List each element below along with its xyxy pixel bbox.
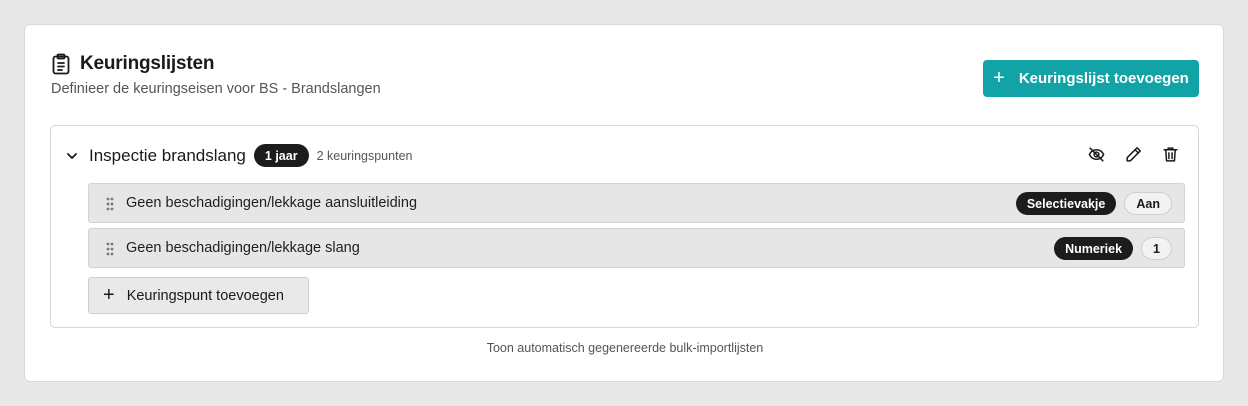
checkpoint-count: 2 keuringspunten <box>316 148 413 163</box>
checkpoint-meta: Selectievakje Aan <box>1015 192 1172 215</box>
checkpoint-value-badge: Aan <box>1124 192 1172 215</box>
card-header: Keuringslijsten <box>51 53 214 75</box>
clipboard-icon <box>51 53 71 75</box>
checkpoint-row[interactable]: Geen beschadigingen/lekkage aansluitleid… <box>88 183 1185 223</box>
edit-icon[interactable] <box>1124 145 1143 164</box>
checklists-card: Keuringslijsten Definieer de keuringseis… <box>24 24 1224 382</box>
interval-badge: 1 jaar <box>253 144 309 167</box>
show-bulk-import-lists-link[interactable]: Toon automatisch gegenereerde bulk-impor… <box>25 341 1225 355</box>
hide-icon[interactable] <box>1087 145 1106 164</box>
checkpoint-label: Geen beschadigingen/lekkage aansluitleid… <box>126 195 418 211</box>
drag-handle-icon[interactable] <box>105 196 115 212</box>
checkpoint-row[interactable]: Geen beschadigingen/lekkage slang Numeri… <box>88 228 1185 268</box>
add-checkpoint-button[interactable]: + Keuringspunt toevoegen <box>88 277 309 314</box>
checkpoint-type-badge: Selectievakje <box>1015 192 1117 215</box>
add-checklist-label: Keuringslijst toevoegen <box>1018 70 1189 87</box>
checklist-header: Inspectie brandslang 1 jaar 2 keuringspu… <box>65 144 412 167</box>
drag-handle-icon[interactable] <box>105 241 115 257</box>
checklist-section: Inspectie brandslang 1 jaar 2 keuringspu… <box>50 125 1199 328</box>
checklist-actions <box>1087 145 1180 164</box>
add-checklist-button[interactable]: + Keuringslijst toevoegen <box>983 60 1199 97</box>
plus-icon: + <box>103 283 115 306</box>
checkpoint-value-badge: 1 <box>1141 237 1172 260</box>
plus-icon: + <box>993 66 1005 89</box>
checklist-title: Inspectie brandslang <box>89 145 246 165</box>
trash-icon[interactable] <box>1161 145 1180 164</box>
chevron-down-icon[interactable] <box>65 149 79 163</box>
page-subtitle: Definieer de keuringseisen voor BS - Bra… <box>51 81 381 97</box>
checkpoint-meta: Numeriek 1 <box>1054 237 1172 260</box>
checkpoint-type-badge: Numeriek <box>1054 237 1134 260</box>
add-checkpoint-label: Keuringspunt toevoegen <box>126 287 284 304</box>
checkpoint-label: Geen beschadigingen/lekkage slang <box>126 240 360 256</box>
page-title: Keuringslijsten <box>80 53 215 74</box>
